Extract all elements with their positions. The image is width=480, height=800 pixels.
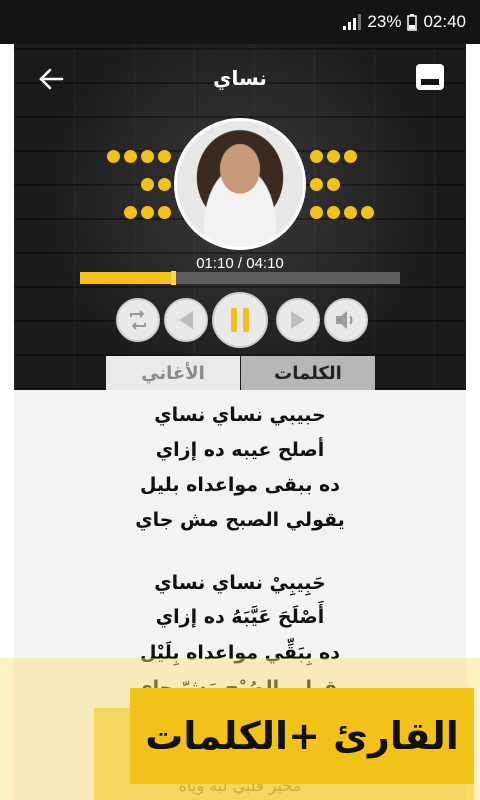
status-bar: 23% 02:40 [0,0,480,44]
lyric-line: حبيبي نساي نساي [154,404,326,426]
volume-icon [336,311,353,329]
artist-avatar [174,118,306,250]
pause-button[interactable] [212,292,268,348]
lyric-line: ده ببقى مواعداه بليل [139,474,341,496]
progress-knob[interactable] [170,271,176,285]
promo-banner-text: القارئ +الكلمات [145,714,459,758]
previous-button[interactable] [164,298,208,342]
repeat-button[interactable] [116,298,160,342]
previous-icon [179,311,193,329]
status-right: 23% 02:40 [343,12,466,32]
signal-icon [343,14,362,30]
time-display: 01:10 / 04:10 [196,255,284,272]
progress-fill [80,272,173,284]
battery-icon [407,13,418,31]
lyric-line: أصلح عيبه ده إزاي [155,439,325,461]
next-button[interactable] [276,298,320,342]
minimize-icon[interactable] [416,64,444,90]
next-icon [291,311,305,329]
lyric-line: أَصْلَحَ عَيَّبَهُ ده إزاي [155,606,325,628]
repeat-icon [130,310,146,330]
tab-lyrics[interactable]: الكلمات [241,356,375,390]
progress-bar[interactable] [80,271,400,285]
clock: 02:40 [423,12,466,31]
pause-icon [231,308,249,332]
battery-percent: 23% [367,12,402,31]
tab-songs[interactable]: الأغاني [106,356,240,390]
lyric-line: حَبِيبِيْ نساي نساي [154,572,326,594]
volume-button[interactable] [324,298,368,342]
lyric-line: يقولي الصبح مش جاي [135,509,345,531]
page-title: نساي [213,66,267,90]
